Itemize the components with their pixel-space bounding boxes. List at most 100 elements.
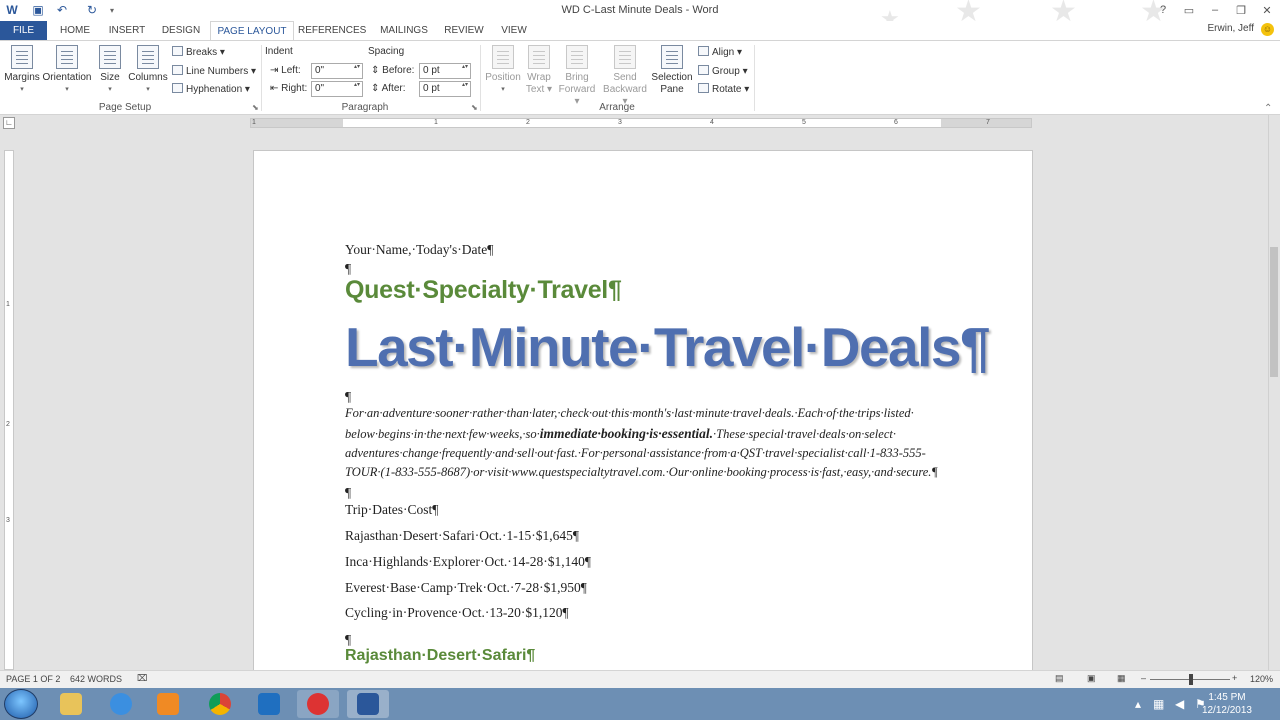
- indent-left-input[interactable]: 0": [311, 63, 363, 79]
- ruler-number: 3: [6, 517, 10, 524]
- selection-pane-button[interactable]: Selection Pane: [651, 45, 693, 96]
- word-count[interactable]: 642 WORDS: [70, 674, 122, 684]
- explorer-taskbar-icon[interactable]: [50, 690, 92, 718]
- hyphenation-button[interactable]: Hyphenation ▾: [172, 83, 250, 95]
- tab-page-layout[interactable]: PAGE LAYOUT: [210, 21, 294, 41]
- intro-line-4[interactable]: TOUR·(1-833-555-8687)·or·visit·www.quest…: [345, 465, 938, 480]
- position-button[interactable]: Position ▾: [484, 45, 522, 96]
- margins-icon: [11, 45, 33, 69]
- collapse-ribbon-icon[interactable]: ⌃: [1264, 103, 1272, 114]
- ruler-number: 1: [252, 119, 256, 126]
- zoom-level[interactable]: 120%: [1250, 674, 1273, 684]
- outlook-icon: [258, 693, 280, 715]
- tab-references[interactable]: REFERENCES: [298, 21, 366, 40]
- breaks-button[interactable]: Breaks ▾: [172, 46, 225, 58]
- vertical-ruler[interactable]: 1 2 3: [4, 150, 14, 670]
- heading-rajasthan-desert-safari[interactable]: Rajasthan·Desert·Safari¶: [345, 647, 535, 665]
- indent-right-label-text: Right:: [281, 83, 308, 94]
- recorder-taskbar-icon[interactable]: [297, 690, 339, 718]
- ruler-number: 1: [434, 119, 438, 126]
- intro-line-2[interactable]: below·begins·in·the·next·few·weeks,·so·i…: [345, 426, 896, 442]
- empty-paragraph[interactable]: ¶: [345, 261, 351, 277]
- zoom-in-icon[interactable]: +: [1232, 673, 1237, 683]
- read-mode-icon[interactable]: ▤: [1055, 673, 1064, 684]
- vertical-scrollbar[interactable]: [1268, 115, 1280, 670]
- close-button[interactable]: ✕: [1254, 0, 1280, 20]
- zoom-out-icon[interactable]: –: [1141, 673, 1146, 683]
- selection-pane-label-2: Pane: [660, 84, 684, 95]
- size-label: Size: [100, 72, 120, 83]
- wrap-text-label-1: Wrap: [527, 72, 551, 83]
- margins-button[interactable]: Margins ▾: [4, 45, 40, 96]
- scrollbar-thumb[interactable]: [1270, 247, 1278, 377]
- heading-last-minute-travel-deals[interactable]: Last·Minute·Travel·Deals¶: [345, 315, 991, 379]
- tab-insert[interactable]: INSERT: [104, 21, 150, 40]
- group-button[interactable]: Group ▾: [698, 65, 748, 77]
- tab-view[interactable]: VIEW: [496, 21, 532, 40]
- empty-paragraph[interactable]: ¶: [345, 389, 351, 405]
- tray-expand-icon[interactable]: ▴: [1135, 697, 1141, 711]
- bring-forward-button[interactable]: Bring Forward ▾: [556, 45, 598, 108]
- print-layout-icon[interactable]: ▣: [1087, 673, 1096, 684]
- spacing-before-input[interactable]: 0 pt: [419, 63, 471, 79]
- zoom-slider-thumb[interactable]: [1189, 674, 1193, 685]
- minimize-button[interactable]: –: [1202, 0, 1228, 20]
- media-player-taskbar-icon[interactable]: [147, 690, 189, 718]
- intro-line-3[interactable]: adventures·change·frequently·and·sell·ou…: [345, 446, 926, 461]
- page-setup-launcher-icon[interactable]: ⬊: [252, 103, 259, 112]
- tab-review[interactable]: REVIEW: [441, 21, 487, 40]
- outlook-taskbar-icon[interactable]: [248, 690, 290, 718]
- empty-paragraph[interactable]: ¶: [345, 632, 351, 648]
- columns-button[interactable]: Columns ▾: [127, 45, 169, 96]
- align-button[interactable]: Align ▾: [698, 46, 742, 58]
- clock[interactable]: 1:45 PM 12/12/2013: [1202, 691, 1252, 717]
- indent-right-label: ⇤ Right:: [270, 83, 308, 94]
- proofing-icon[interactable]: ⌧: [137, 673, 147, 684]
- intro-line-1[interactable]: For·an·adventure·sooner·rather·than·late…: [345, 406, 914, 421]
- restore-button[interactable]: ❐: [1228, 0, 1254, 20]
- chrome-taskbar-icon[interactable]: [199, 690, 241, 718]
- chrome-icon: [209, 693, 231, 715]
- word-taskbar-icon[interactable]: [347, 690, 389, 718]
- table-row[interactable]: Everest·Base·Camp·Trek·Oct.·7-28·$1,950¶: [345, 580, 587, 596]
- document-page[interactable]: Your·Name,·Today's·Date¶ ¶ Quest·Special…: [253, 150, 1033, 680]
- byline[interactable]: Your·Name,·Today's·Date¶: [345, 242, 493, 258]
- web-layout-icon[interactable]: ▦: [1117, 673, 1126, 684]
- table-row[interactable]: Trip·Dates·Cost¶: [345, 502, 438, 518]
- rotate-button[interactable]: Rotate ▾: [698, 83, 749, 95]
- tab-design[interactable]: DESIGN: [158, 21, 204, 40]
- empty-paragraph[interactable]: ¶: [345, 485, 351, 501]
- table-row[interactable]: Cycling·in·Provence·Oct.·13-20·$1,120¶: [345, 605, 569, 621]
- ruler-number: 1: [6, 301, 10, 308]
- table-row[interactable]: Inca·Highlands·Explorer·Oct.·14-28·$1,14…: [345, 554, 591, 570]
- tab-selector-icon[interactable]: ∟: [3, 117, 15, 129]
- tab-mailings[interactable]: MAILINGS: [376, 21, 432, 40]
- status-bar: PAGE 1 OF 2 642 WORDS ⌧ ▤ ▣ ▦ – + 120%: [0, 670, 1280, 688]
- group-label: Group: [712, 66, 740, 77]
- heading-quest-specialty-travel[interactable]: Quest·Specialty·Travel¶: [345, 276, 622, 305]
- send-backward-button[interactable]: Send Backward ▾: [600, 45, 650, 108]
- start-button-icon[interactable]: [4, 689, 38, 719]
- orientation-button[interactable]: Orientation ▾: [42, 45, 92, 96]
- internet-explorer-taskbar-icon[interactable]: [100, 690, 142, 718]
- horizontal-ruler[interactable]: 1 1 2 3 4 5 6 7: [250, 118, 1032, 128]
- paragraph-launcher-icon[interactable]: ⬊: [471, 103, 478, 112]
- table-row[interactable]: Rajasthan·Desert·Safari·Oct.·1-15·$1,645…: [345, 528, 579, 544]
- help-button[interactable]: ?: [1150, 0, 1176, 20]
- wrap-text-button[interactable]: Wrap Text ▾: [524, 45, 554, 96]
- tab-home[interactable]: HOME: [52, 21, 98, 40]
- line-numbers-button[interactable]: Line Numbers ▾: [172, 65, 256, 77]
- page-count[interactable]: PAGE 1 OF 2: [6, 674, 60, 684]
- tab-file[interactable]: FILE: [0, 21, 47, 40]
- network-icon[interactable]: ▦: [1153, 697, 1164, 711]
- volume-icon[interactable]: ◀: [1175, 697, 1184, 711]
- indent-right-input[interactable]: 0": [311, 81, 363, 97]
- size-button[interactable]: Size ▾: [97, 45, 123, 96]
- ribbon-display-options-button[interactable]: ▭: [1176, 0, 1202, 20]
- rotate-icon: [698, 83, 709, 93]
- send-backward-icon: [614, 45, 636, 69]
- spacing-after-input[interactable]: 0 pt: [419, 81, 471, 97]
- feedback-smiley-icon[interactable]: ☺: [1261, 23, 1274, 36]
- folder-icon: [60, 693, 82, 715]
- user-name[interactable]: Erwin, Jeff: [1208, 23, 1255, 34]
